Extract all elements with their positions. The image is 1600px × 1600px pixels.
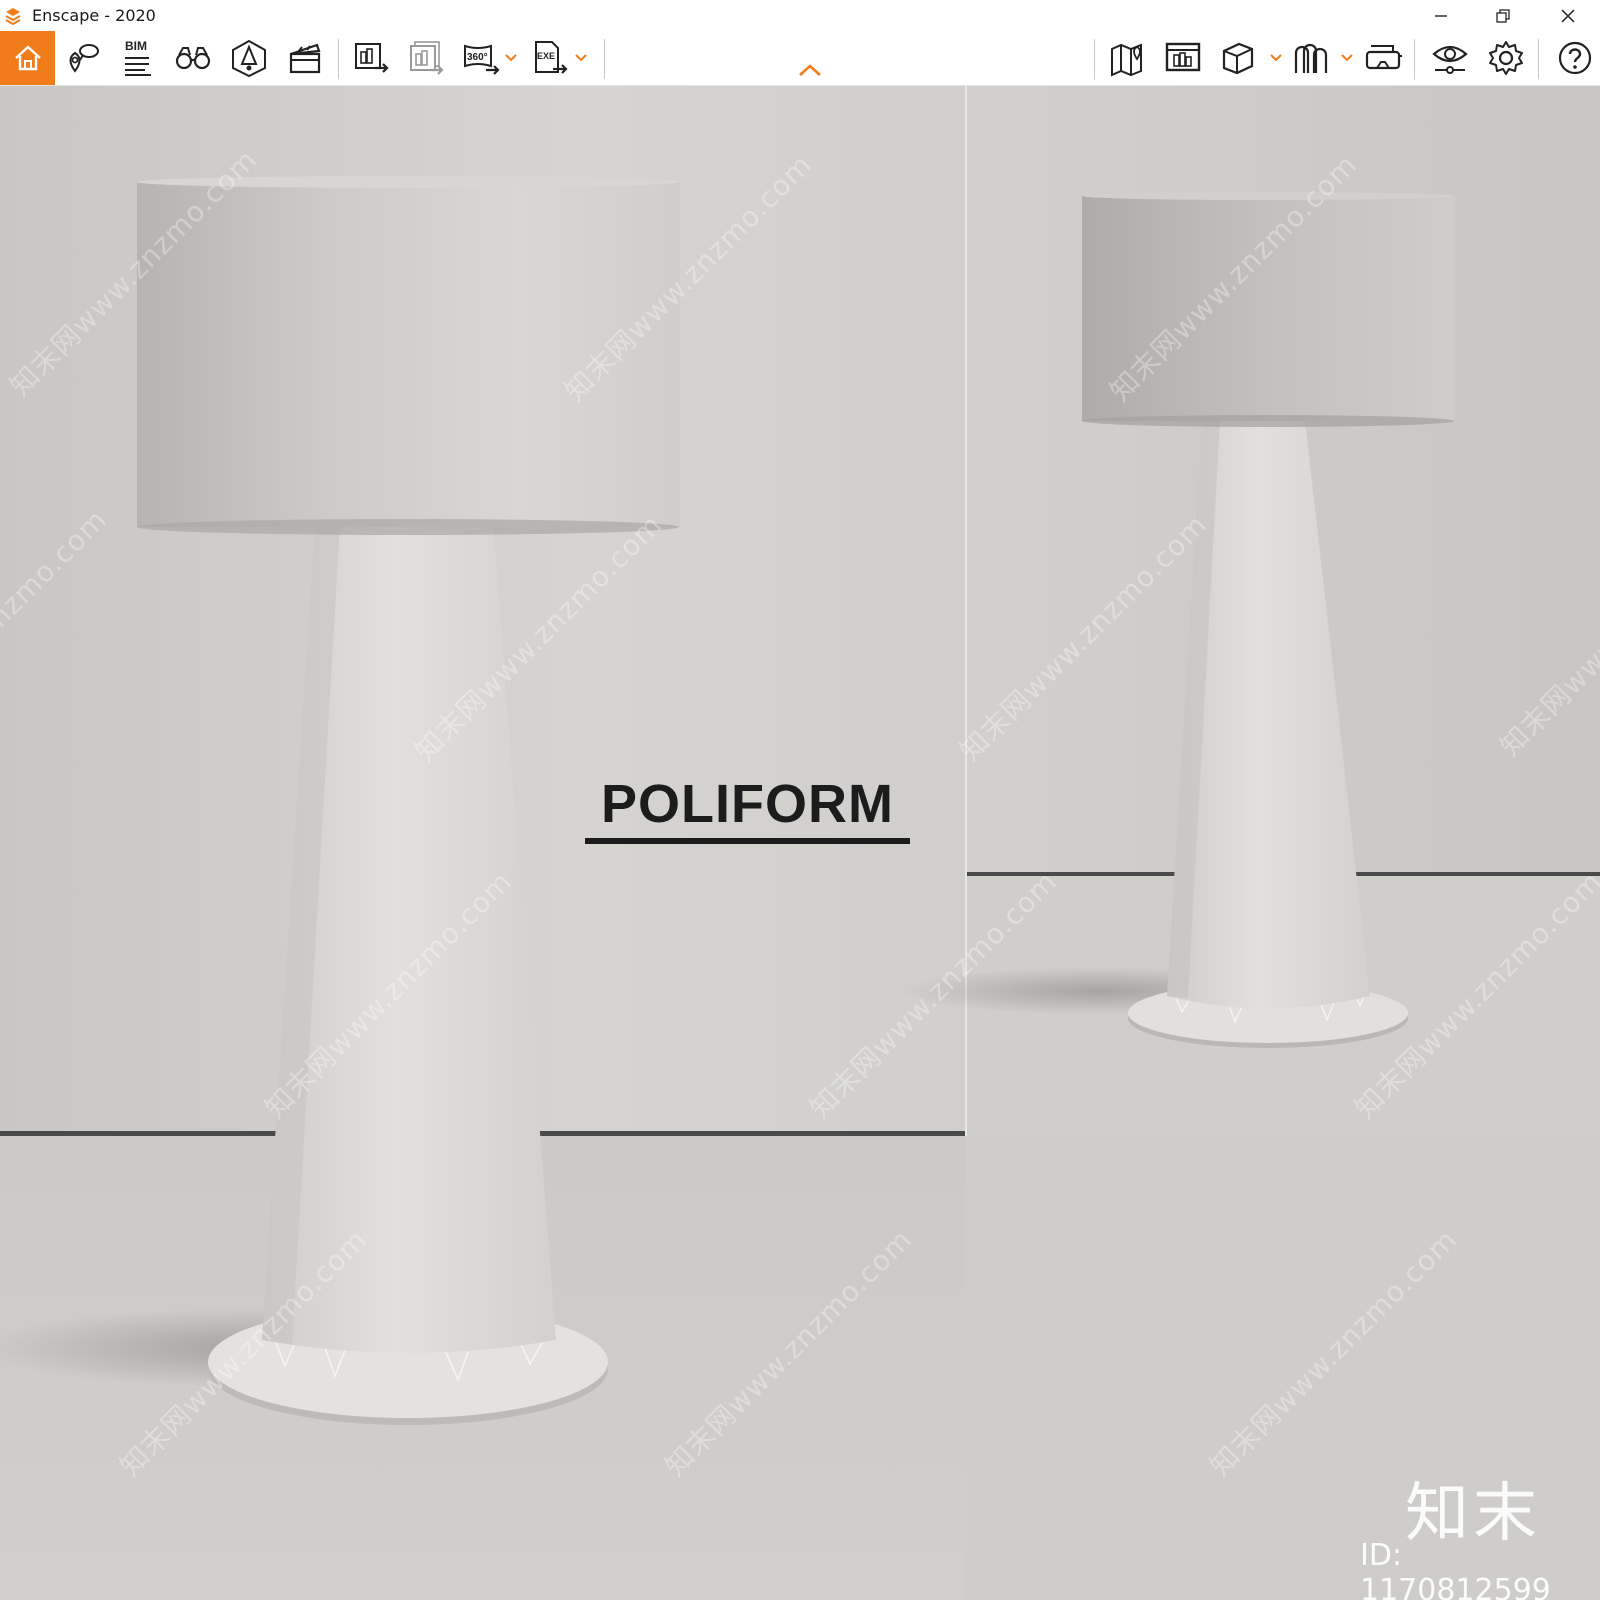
batch-render-button[interactable] [402, 31, 452, 85]
cube-view-button[interactable] [1213, 31, 1263, 85]
map-icon [1111, 43, 1142, 77]
archway-icon [1294, 43, 1328, 73]
window-title: Enscape - 2020 [32, 6, 156, 25]
screenshot-export-icon [355, 43, 389, 73]
toolbar-separator [338, 39, 339, 79]
enscape-logo-icon [5, 8, 21, 25]
archway-button[interactable] [1286, 31, 1336, 85]
orthographic-button[interactable] [168, 31, 218, 85]
exe-label: EXE [537, 51, 555, 61]
binoculars-icon [175, 47, 211, 70]
corner-id: ID: 1170812599 [1360, 1538, 1551, 1600]
toolbar-separator [1414, 39, 1415, 79]
batch-render-icon [410, 41, 444, 75]
home-button[interactable] [0, 31, 55, 85]
chevron-down-icon [505, 54, 517, 62]
chevron-up-icon [799, 64, 821, 76]
panorama-label: 360° [467, 52, 488, 63]
chevron-down-icon [575, 54, 587, 62]
cube-view-icon [1222, 42, 1254, 75]
map-button[interactable] [1103, 31, 1153, 85]
panorama-360-icon: 360° [464, 44, 500, 75]
brand-name: POLIFORM [601, 774, 894, 834]
chevron-down-icon [1341, 54, 1353, 62]
location-pin-icon [69, 44, 99, 73]
screenshot-button[interactable] [347, 31, 397, 85]
clapperboard-icon [289, 43, 321, 74]
help-icon [1558, 41, 1592, 75]
cube-view-dropdown[interactable] [1268, 31, 1284, 85]
close-button[interactable] [1545, 0, 1591, 31]
visual-settings-icon [1432, 45, 1468, 74]
exe-export-button[interactable]: EXE [525, 31, 575, 85]
video-editor-button[interactable] [280, 31, 330, 85]
title-bar: Enscape - 2020 [0, 0, 1600, 31]
exe-export-icon: EXE [535, 41, 568, 74]
toolbar-separator [1538, 39, 1539, 79]
close-icon [1561, 8, 1575, 23]
restore-icon [1496, 8, 1510, 23]
home-icon [14, 45, 41, 71]
panorama-button[interactable]: 360° [457, 31, 507, 85]
bim-icon: BIM [125, 39, 151, 76]
archway-dropdown[interactable] [1339, 31, 1355, 85]
asset-library-icon [1165, 42, 1201, 72]
light-view-icon [232, 39, 266, 78]
help-button[interactable] [1550, 31, 1600, 85]
exe-dropdown[interactable] [573, 31, 589, 85]
brand-underline [585, 838, 910, 844]
light-view-button[interactable] [224, 31, 274, 85]
minimize-button[interactable] [1418, 0, 1464, 31]
brand-label: POLIFORM [585, 774, 910, 844]
toolbar-separator [1094, 39, 1095, 79]
chevron-down-icon [1270, 54, 1282, 62]
minimize-icon [1435, 14, 1447, 17]
panorama-dropdown[interactable] [503, 31, 519, 85]
settings-gear-icon [1489, 41, 1523, 75]
render-viewport[interactable]: POLIFORM 知末网www.znzmo.com 知末网www.znzmo.c… [0, 86, 1600, 1600]
collapse-toolbar-button[interactable] [798, 62, 822, 78]
visual-settings-button[interactable] [1425, 31, 1475, 85]
toolbar-separator [604, 39, 605, 79]
views-button[interactable] [58, 31, 108, 85]
asset-library-button[interactable] [1158, 31, 1208, 85]
restore-button[interactable] [1480, 0, 1526, 31]
vr-headset-button[interactable] [1358, 31, 1408, 85]
bim-button[interactable]: BIM [112, 31, 162, 85]
settings-button[interactable] [1481, 31, 1531, 85]
bim-label: BIM [125, 39, 147, 53]
vr-headset-icon [1365, 45, 1402, 70]
